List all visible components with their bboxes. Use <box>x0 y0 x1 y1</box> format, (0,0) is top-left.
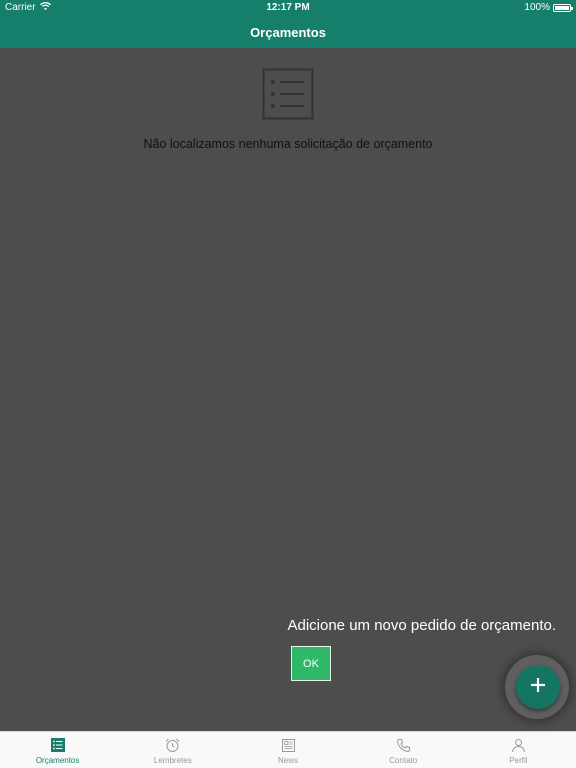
tab-label: Orçamentos <box>35 756 80 765</box>
tab-perfil[interactable]: Perfil <box>461 732 576 768</box>
tab-label: News <box>278 756 299 765</box>
phone-icon <box>396 737 411 753</box>
status-bar: Carrier 12:17 PM 100% <box>0 0 576 16</box>
battery-percent: 100% <box>524 2 550 13</box>
page-title: Orçamentos <box>250 24 326 40</box>
tab-bar: Orçamentos Lembretes News Contato Perfil <box>0 731 576 768</box>
tab-news[interactable]: News <box>230 732 345 768</box>
tab-contato[interactable]: Contato <box>346 732 461 768</box>
empty-state-message: Não localizamos nenhuma solicitação de o… <box>143 137 433 151</box>
tab-label: Lembretes <box>153 756 192 765</box>
tab-label: Contato <box>389 756 418 765</box>
list-icon <box>262 68 314 125</box>
ok-button[interactable]: OK <box>291 646 331 681</box>
tab-orcamentos[interactable]: Orçamentos <box>0 732 115 768</box>
battery-info: 100% <box>524 2 573 13</box>
navigation-bar: Orçamentos <box>0 16 576 48</box>
battery-icon <box>553 3 573 12</box>
alarm-clock-icon <box>165 737 180 753</box>
coach-mark-text: Adicione um novo pedido de orçamento. <box>287 617 556 634</box>
add-request-button[interactable] <box>516 665 560 709</box>
newspaper-icon <box>281 737 296 753</box>
app-screen: Carrier 12:17 PM 100% Orçamentos Não loc… <box>0 0 576 768</box>
status-time: 12:17 PM <box>266 2 310 13</box>
tab-label: Perfil <box>509 756 528 765</box>
tab-lembretes[interactable]: Lembretes <box>115 732 230 768</box>
plus-icon <box>530 677 546 698</box>
list-icon <box>50 737 65 753</box>
person-icon <box>511 737 526 753</box>
